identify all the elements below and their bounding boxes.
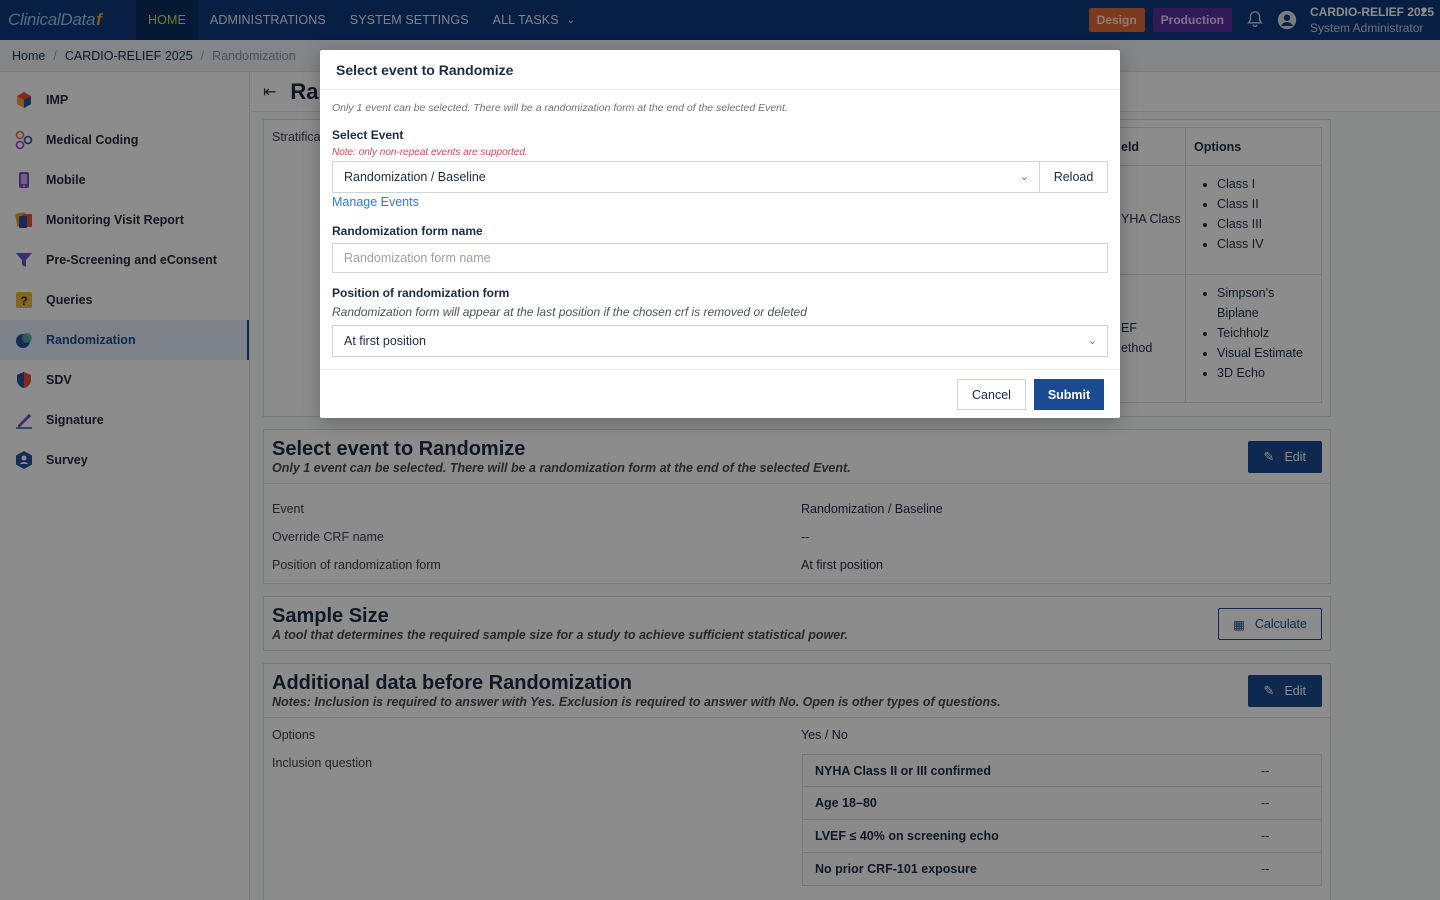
cancel-button[interactable]: Cancel: [957, 379, 1026, 410]
position-select[interactable]: At first position ⌄: [332, 325, 1108, 357]
event-select[interactable]: Randomization / Baseline ⌄: [332, 161, 1040, 193]
position-hint: Randomization form will appear at the la…: [332, 305, 807, 319]
chevron-down-icon: ⌄: [1087, 335, 1097, 347]
form-name-input[interactable]: [332, 243, 1108, 273]
position-select-value: At first position: [344, 334, 426, 348]
modal-note: Only 1 event can be selected. There will…: [332, 102, 788, 114]
form-name-label: Randomization form name: [332, 224, 483, 238]
modal-title: Select event to Randomize: [320, 50, 1120, 90]
select-event-label: Select Event: [332, 128, 404, 142]
chevron-down-icon: ⌄: [1019, 171, 1029, 183]
position-label: Position of randomization form: [332, 286, 510, 300]
event-select-value: Randomization / Baseline: [344, 170, 486, 184]
reload-button[interactable]: Reload: [1039, 161, 1108, 193]
manage-events-link[interactable]: Manage Events: [332, 195, 419, 209]
select-event-modal: Select event to Randomize Only 1 event c…: [320, 50, 1120, 418]
non-repeat-warning: Note: only non-repeat events are support…: [332, 147, 528, 158]
submit-button[interactable]: Submit: [1034, 379, 1104, 410]
modal-footer: Cancel Submit: [320, 369, 1120, 418]
